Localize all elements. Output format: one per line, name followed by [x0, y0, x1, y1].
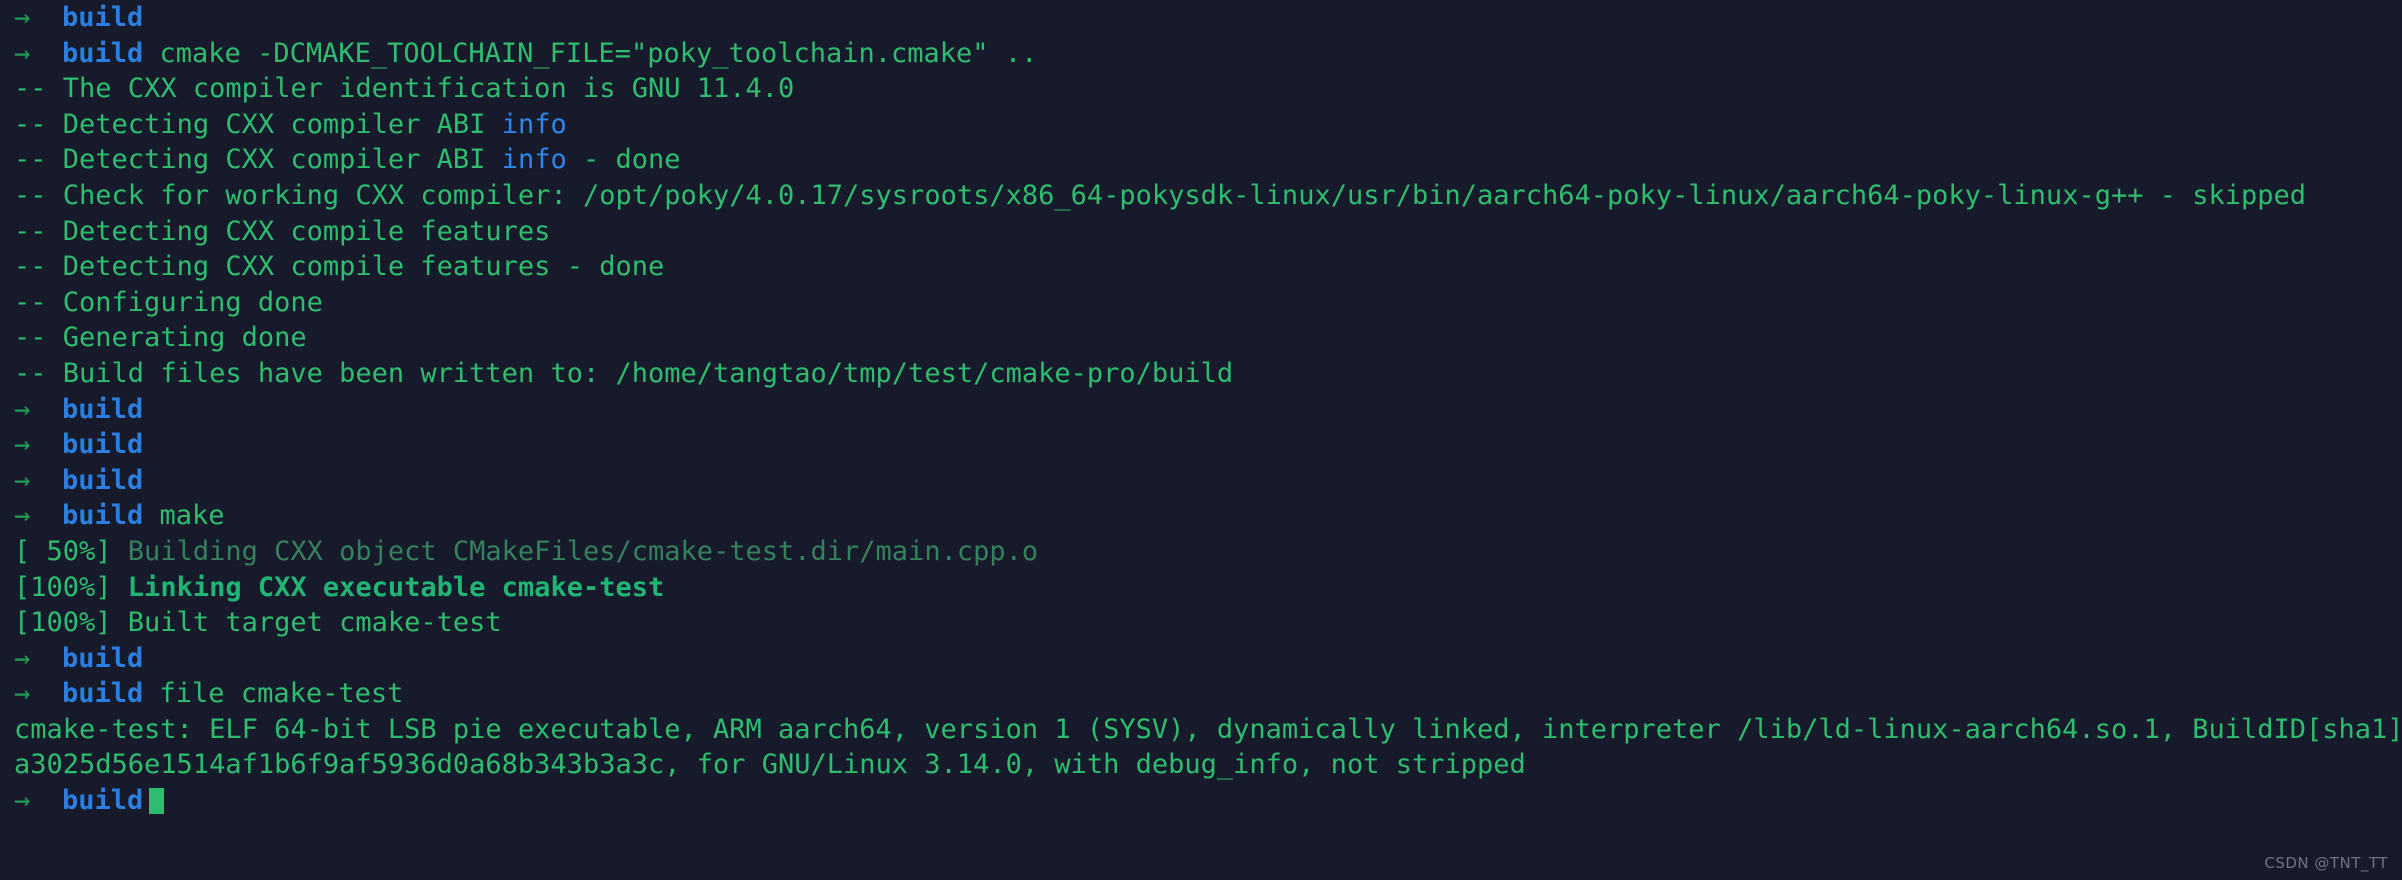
progress-percent: [100%] [14, 607, 112, 639]
make-progress-line: [ 50%] Building CXX object CMakeFiles/cm… [14, 534, 2402, 570]
prompt-directory: build [62, 678, 144, 710]
prompt-arrow-icon: → [14, 429, 31, 461]
prompt-directory: build [62, 393, 144, 425]
cmake-status-line: -- Detecting CXX compile features - done [14, 249, 2402, 285]
status-prefix: -- [14, 73, 63, 105]
prompt-arrow-icon: → [14, 642, 31, 674]
cmake-status-line: -- Detecting CXX compile features [14, 214, 2402, 250]
terminal-prompt-line: → build [14, 427, 2402, 463]
terminal-prompt-line: → build cmake -DCMAKE_TOOLCHAIN_FILE="pok… [14, 36, 2402, 72]
status-highlight: info [501, 108, 567, 140]
prompt-directory: build [62, 500, 144, 532]
output-text: a3025d56e1514af1b6f9af5936d0a68b343b3a3c… [14, 749, 1526, 781]
cmake-status-line: -- Generating done [14, 320, 2402, 356]
prompt-directory: build [62, 642, 144, 674]
prompt-command: cmake -DCMAKE_TOOLCHAIN_FILE="poky_toolc… [143, 37, 1038, 69]
status-text: The CXX compiler identification is GNU 1… [62, 73, 795, 105]
terminal-window[interactable]: → build → build cmake -DCMAKE_TOOLCHAIN_FIL… [0, 0, 2402, 880]
cmake-status-line: -- The CXX compiler identification is GN… [14, 71, 2402, 107]
progress-text: Linking CXX executable cmake-test [111, 571, 665, 603]
cmake-status-line: -- Detecting CXX compiler ABI info [14, 107, 2402, 143]
status-prefix: -- [14, 322, 63, 354]
prompt-command: file cmake-test [143, 678, 404, 710]
prompt-directory: build [62, 429, 144, 461]
cmake-status-line: -- Detecting CXX compiler ABI info - don… [14, 142, 2402, 178]
status-text: Detecting CXX compiler ABI [62, 144, 502, 176]
make-progress-line: [100%] Linking CXX executable cmake-test [14, 570, 2402, 606]
status-prefix: -- [14, 286, 63, 318]
prompt-directory: build [62, 2, 144, 33]
terminal-prompt-line: → build [14, 783, 2402, 819]
status-prefix: -- [14, 215, 63, 247]
prompt-arrow-icon: → [14, 678, 31, 710]
status-highlight: info [501, 144, 567, 176]
prompt-arrow-icon: → [14, 37, 31, 69]
terminal-prompt-line: → build [14, 641, 2402, 677]
status-prefix: -- [14, 179, 63, 211]
terminal-prompt-line: → build file cmake-test [14, 676, 2402, 712]
status-text: Check for working CXX compiler: /opt/pok… [62, 179, 2307, 211]
watermark-label: CSDN @TNT_TT [2264, 854, 2388, 872]
status-text: Detecting CXX compile features [62, 215, 551, 247]
status-text: Generating done [62, 322, 307, 354]
terminal-cursor [149, 788, 165, 815]
status-prefix: -- [14, 357, 63, 389]
prompt-arrow-icon: → [14, 2, 31, 33]
progress-percent: [ 50%] [14, 535, 112, 567]
cmake-status-line: -- Check for working CXX compiler: /opt/… [14, 178, 2402, 214]
status-prefix: -- [14, 251, 63, 283]
progress-text: Building CXX object CMakeFiles/cmake-tes… [111, 535, 1039, 567]
status-text: Build files have been written to: /home/… [62, 357, 1234, 389]
terminal-prompt-line: → build [14, 463, 2402, 499]
cmake-status-line: -- Configuring done [14, 285, 2402, 321]
cmake-status-line: -- Build files have been written to: /ho… [14, 356, 2402, 392]
prompt-command: make [143, 500, 225, 532]
prompt-arrow-icon: → [14, 464, 31, 496]
file-command-output-line: a3025d56e1514af1b6f9af5936d0a68b343b3a3c… [14, 747, 2402, 783]
prompt-arrow-icon: → [14, 500, 31, 532]
status-text: Detecting CXX compiler ABI [62, 108, 502, 140]
progress-text: Built target cmake-test [111, 607, 502, 639]
terminal-prompt-line: → build [14, 392, 2402, 428]
prompt-arrow-icon: → [14, 785, 31, 817]
terminal-prompt-line: → build [14, 0, 2402, 36]
status-tail: - done [566, 144, 681, 176]
prompt-directory: build [62, 464, 144, 496]
output-text: cmake-test: ELF 64-bit LSB pie executabl… [14, 713, 2402, 745]
status-text: Detecting CXX compile features - done [62, 251, 665, 283]
file-command-output-line: cmake-test: ELF 64-bit LSB pie executabl… [14, 712, 2402, 748]
terminal-prompt-line: → build make [14, 498, 2402, 534]
make-progress-line: [100%] Built target cmake-test [14, 605, 2402, 641]
status-prefix: -- [14, 108, 63, 140]
prompt-directory: build [62, 785, 144, 817]
status-prefix: -- [14, 144, 63, 176]
status-text: Configuring done [62, 286, 323, 318]
prompt-directory: build [62, 37, 144, 69]
progress-percent: [100%] [14, 571, 112, 603]
prompt-arrow-icon: → [14, 393, 31, 425]
terminal-output-area: → build → build cmake -DCMAKE_TOOLCHAIN_FIL… [0, 0, 2402, 819]
